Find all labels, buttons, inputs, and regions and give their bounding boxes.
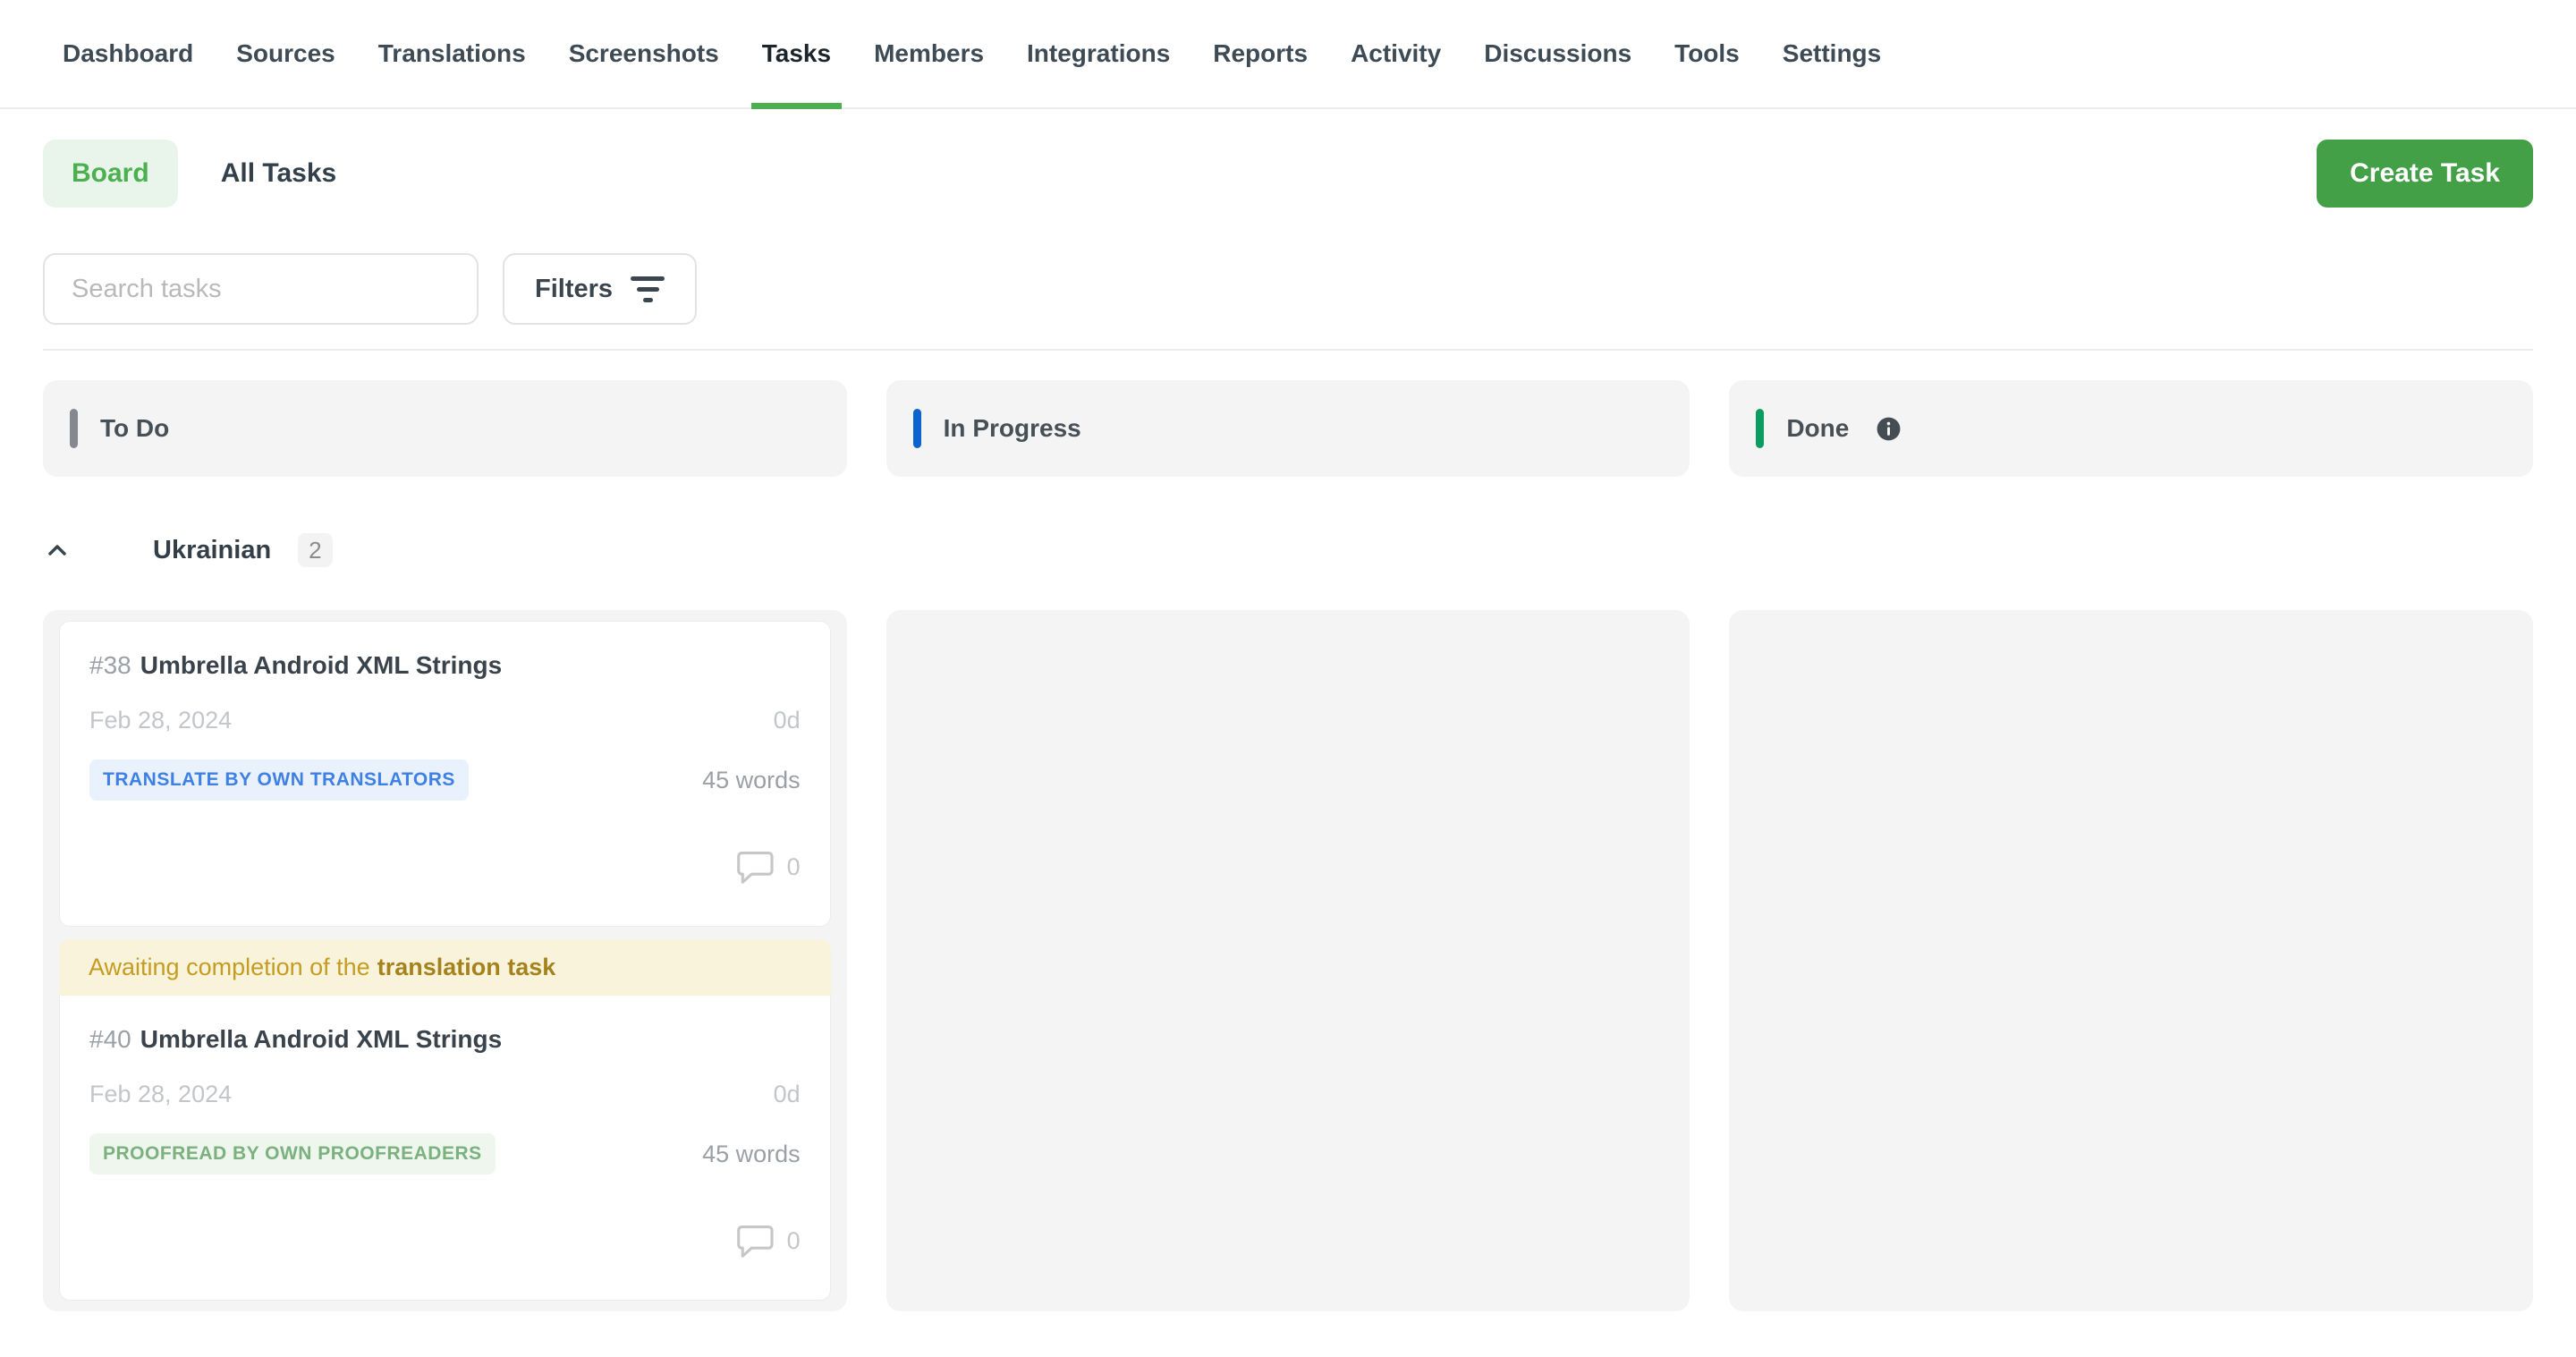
nav-item-sources[interactable]: Sources (215, 0, 357, 107)
column-header-done: Done (1729, 380, 2533, 477)
tasks-board-page: Dashboard Sources Translations Screensho… (0, 0, 2576, 1357)
filter-lines-icon (631, 276, 665, 302)
card-comments-row: 0 (89, 849, 801, 885)
card-meta-row: Feb 28, 2024 0d (89, 702, 801, 738)
card-badge-row: PROOFREAD BY OWN PROOFREADERS 45 words (89, 1133, 801, 1175)
nav-item-label: Screenshots (569, 39, 719, 68)
column-label: In Progress (944, 414, 1081, 443)
task-card-40[interactable]: #40 Umbrella Android XML Strings Feb 28, … (59, 996, 831, 1301)
board-lanes: #38 Umbrella Android XML Strings Feb 28, … (43, 610, 2533, 1308)
task-type-badge: PROOFREAD BY OWN PROOFREADERS (89, 1133, 496, 1175)
awaiting-completion-banner: Awaiting completion of the translation t… (59, 939, 831, 996)
task-card-38[interactable]: #38 Umbrella Android XML Strings Feb 28, … (59, 621, 831, 927)
nav-item-activity[interactable]: Activity (1329, 0, 1462, 107)
task-title: Umbrella Android XML Strings (140, 651, 502, 679)
nav-item-members[interactable]: Members (852, 0, 1005, 107)
task-word-count: 45 words (702, 1141, 801, 1168)
nav-item-label: Reports (1213, 39, 1308, 68)
card-title-row: #38 Umbrella Android XML Strings (89, 647, 801, 684)
nav-item-tools[interactable]: Tools (1653, 0, 1761, 107)
nav-item-settings[interactable]: Settings (1761, 0, 1902, 107)
nav-item-screenshots[interactable]: Screenshots (547, 0, 741, 107)
all-tasks-link[interactable]: All Tasks (221, 158, 337, 189)
board-column-headers: To Do In Progress Done (43, 380, 2533, 477)
search-input[interactable] (43, 253, 479, 325)
project-nav: Dashboard Sources Translations Screensho… (0, 0, 2576, 109)
section-divider (43, 349, 2533, 351)
task-due: 0d (774, 707, 801, 734)
done-status-bar-icon (1756, 409, 1764, 448)
column-label: Done (1786, 414, 1849, 443)
todo-status-bar-icon (70, 409, 78, 448)
task-count-badge: 2 (298, 533, 332, 567)
in-progress-status-bar-icon (913, 409, 921, 448)
nav-item-discussions[interactable]: Discussions (1462, 0, 1653, 107)
task-due: 0d (774, 1081, 801, 1108)
task-word-count: 45 words (702, 767, 801, 794)
comment-bubble-icon (734, 1223, 774, 1259)
task-id: #40 (89, 1025, 131, 1053)
task-card-group: Awaiting completion of the translation t… (59, 939, 831, 1301)
comment-count: 0 (787, 853, 801, 881)
task-title: Umbrella Android XML Strings (140, 1025, 502, 1053)
language-group-label: Ukrainian (153, 536, 271, 565)
nav-item-integrations[interactable]: Integrations (1005, 0, 1191, 107)
nav-item-label: Discussions (1484, 39, 1631, 68)
nav-item-tasks[interactable]: Tasks (741, 0, 852, 107)
nav-item-label: Sources (236, 39, 335, 68)
banner-link-text[interactable]: translation task (377, 954, 556, 981)
board-view-button[interactable]: Board (43, 140, 178, 208)
nav-item-dashboard[interactable]: Dashboard (41, 0, 215, 107)
column-label: To Do (100, 414, 169, 443)
create-task-button[interactable]: Create Task (2317, 140, 2533, 208)
nav-item-label: Translations (378, 39, 526, 68)
nav-item-label: Dashboard (63, 39, 193, 68)
task-card-group: #38 Umbrella Android XML Strings Feb 28, … (59, 621, 831, 927)
card-comments-row: 0 (89, 1223, 801, 1259)
search-filter-row: Filters (43, 253, 2533, 325)
nav-item-label: Integrations (1027, 39, 1170, 68)
task-date: Feb 28, 2024 (89, 1081, 232, 1108)
tasks-toolbar: Board All Tasks Create Task (43, 140, 2533, 208)
column-header-in-progress: In Progress (886, 380, 1690, 477)
card-badge-row: TRANSLATE BY OWN TRANSLATORS 45 words (89, 759, 801, 801)
filters-button-label: Filters (535, 275, 613, 304)
lane-done (1729, 610, 2533, 1311)
nav-item-reports[interactable]: Reports (1191, 0, 1329, 107)
task-date: Feb 28, 2024 (89, 707, 232, 734)
card-meta-row: Feb 28, 2024 0d (89, 1076, 801, 1112)
lane-in-progress (886, 610, 1690, 1311)
info-icon[interactable] (1875, 415, 1902, 443)
filters-button[interactable]: Filters (503, 253, 697, 325)
card-title-row: #40 Umbrella Android XML Strings (89, 1021, 801, 1058)
nav-item-label: Settings (1783, 39, 1881, 68)
chevron-up-icon[interactable] (43, 536, 72, 564)
task-type-badge: TRANSLATE BY OWN TRANSLATORS (89, 759, 469, 801)
column-header-todo: To Do (43, 380, 847, 477)
nav-item-label: Tools (1674, 39, 1740, 68)
nav-item-label: Tasks (762, 39, 831, 68)
comment-count: 0 (787, 1227, 801, 1255)
task-id: #38 (89, 651, 131, 679)
banner-text: Awaiting completion of the (89, 954, 370, 981)
lane-todo: #38 Umbrella Android XML Strings Feb 28, … (43, 610, 847, 1311)
nav-item-label: Activity (1351, 39, 1441, 68)
language-group-row: Ukrainian 2 (43, 527, 2533, 573)
nav-item-label: Members (874, 39, 984, 68)
nav-item-translations[interactable]: Translations (357, 0, 547, 107)
ukraine-flag-icon (95, 536, 135, 564)
comment-bubble-icon (734, 849, 774, 885)
nav-list: Dashboard Sources Translations Screensho… (41, 0, 1902, 107)
